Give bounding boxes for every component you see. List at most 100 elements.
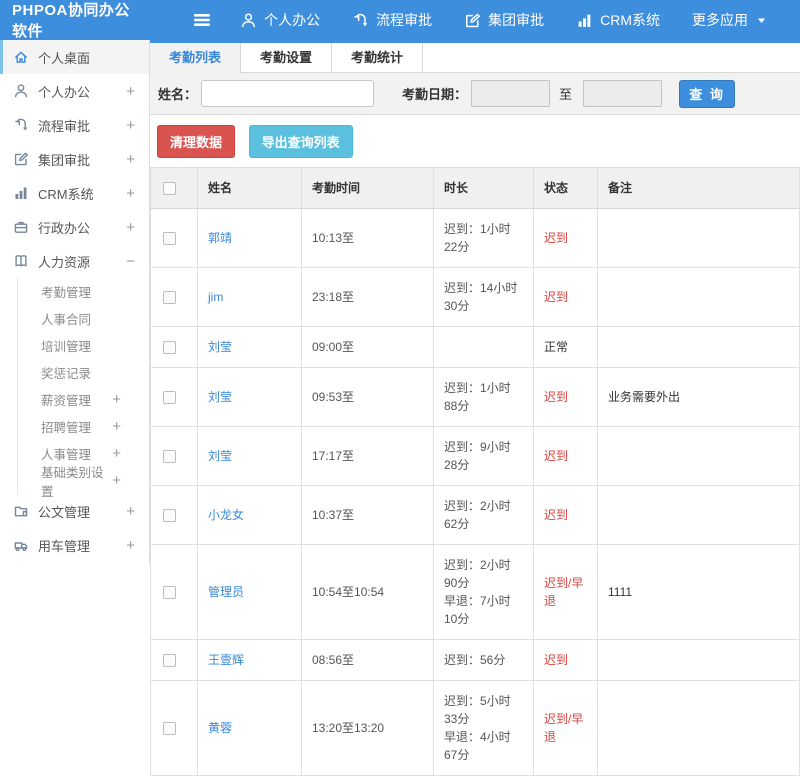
sidebar-item-14[interactable]: 基础类别设置 + <box>17 466 149 499</box>
expand-toggle-icon[interactable]: + <box>126 117 135 134</box>
row-checkbox-cell <box>150 267 198 327</box>
row-checkbox[interactable] <box>163 721 176 735</box>
topnav-label: 更多应用 <box>692 12 748 28</box>
topnav-item-0[interactable]: 个人办公 <box>240 10 320 30</box>
expand-toggle-icon[interactable]: − <box>126 253 135 270</box>
employee-link[interactable]: jim <box>208 290 223 304</box>
sidebar-item-10[interactable]: 奖惩记录 <box>17 359 149 386</box>
topnav-item-3[interactable]: CRM系统 <box>576 10 660 30</box>
sidebar-item-9[interactable]: 培训管理 <box>17 332 149 359</box>
car-icon <box>14 542 28 551</box>
row-checkbox[interactable] <box>163 290 176 304</box>
column-header-1: 考勤时间 <box>301 167 434 209</box>
row-checkbox-cell <box>150 326 198 368</box>
expand-toggle-icon[interactable]: + <box>112 418 121 435</box>
remark-cell <box>597 267 800 327</box>
attendance-table: 姓名 考勤时间 时长 状态 备注 郭靖 10:13至 迟到：1小时22分 迟到 jim 23:18… <box>150 167 800 776</box>
employee-link[interactable]: 王壹辉 <box>208 653 244 667</box>
expand-toggle-icon[interactable]: + <box>126 151 135 168</box>
tab-0[interactable]: 考勤列表 <box>150 43 242 74</box>
sidebar-item-5[interactable]: 行政办公 + <box>0 210 149 244</box>
user-icon <box>14 84 28 98</box>
tab-2[interactable]: 考勤统计 <box>332 43 424 72</box>
expand-toggle-icon[interactable]: + <box>112 391 121 408</box>
sidebar-item-label: 基础类别设置 <box>41 465 104 499</box>
row-checkbox[interactable] <box>163 653 176 667</box>
expand-toggle-icon[interactable]: + <box>126 83 135 100</box>
sidebar-item-7[interactable]: 考勤管理 <box>17 278 149 305</box>
employee-link[interactable]: 刘莹 <box>208 449 232 463</box>
status-cell: 迟到 <box>533 367 598 427</box>
sidebar-item-label: 培训管理 <box>41 340 92 354</box>
expand-toggle-icon[interactable]: + <box>126 537 135 554</box>
expand-toggle-icon[interactable]: + <box>112 472 121 489</box>
row-checkbox[interactable] <box>163 231 176 245</box>
row-checkbox[interactable] <box>163 585 176 599</box>
menu-icon[interactable] <box>192 12 212 28</box>
sidebar-item-1[interactable]: 个人办公 + <box>0 74 149 108</box>
sidebar-item-16[interactable]: 用车管理 + <box>0 528 149 562</box>
sidebar-item-label: 人事合同 <box>41 313 92 327</box>
sidebar-item-label: 人力资源 <box>38 254 91 270</box>
sidebar-item-2[interactable]: 流程审批 + <box>0 108 149 142</box>
doc-icon <box>14 506 28 517</box>
clean-data-button[interactable]: 清理数据 <box>157 125 236 158</box>
expand-toggle-icon[interactable]: + <box>112 445 121 462</box>
name-cell: 管理员 <box>197 544 302 640</box>
sidebar-item-label: CRM系统 <box>38 186 94 202</box>
status-badge: 迟到 <box>544 231 569 245</box>
sidebar-item-label: 奖惩记录 <box>41 367 92 381</box>
employee-link[interactable]: 刘莹 <box>208 340 232 354</box>
tab-1[interactable]: 考勤设置 <box>241 43 333 72</box>
duration-cell: 迟到：5小时33分 早退：4小时67分 <box>433 680 534 776</box>
expand-toggle-icon[interactable]: + <box>126 503 135 520</box>
row-checkbox[interactable] <box>163 508 176 522</box>
sidebar-item-0[interactable]: 个人桌面 <box>0 40 149 74</box>
expand-toggle-icon[interactable]: + <box>126 185 135 202</box>
status-cell: 迟到 <box>533 426 598 486</box>
name-cell: 黄蓉 <box>197 680 302 776</box>
table-row: 刘莹 17:17至 迟到：9小时28分 迟到 <box>150 426 800 486</box>
workflow-icon <box>15 118 28 131</box>
row-checkbox[interactable] <box>163 449 176 463</box>
caret-down-icon <box>757 17 766 23</box>
sidebar-item-label: 流程审批 <box>38 118 91 134</box>
employee-link[interactable]: 黄蓉 <box>208 721 232 735</box>
export-list-button[interactable]: 导出查询列表 <box>248 125 353 158</box>
name-input[interactable] <box>201 80 375 107</box>
sidebar-item-6[interactable]: 人力资源 − <box>0 244 149 278</box>
app-title: PHPOA协同办公软件 <box>12 2 130 40</box>
remark-cell <box>597 326 800 368</box>
sidebar-item-3[interactable]: 集团审批 + <box>0 142 149 176</box>
sidebar-item-4[interactable]: CRM系统 + <box>0 176 149 210</box>
topnav-item-2[interactable]: 集团审批 <box>464 10 544 30</box>
employee-link[interactable]: 郭靖 <box>208 231 232 245</box>
date-to-input[interactable] <box>583 80 663 107</box>
expand-toggle-icon[interactable]: + <box>126 219 135 236</box>
name-cell: 刘莹 <box>197 326 302 368</box>
employee-link[interactable]: 管理员 <box>208 585 244 599</box>
employee-link[interactable]: 小龙女 <box>208 508 244 522</box>
sidebar-item-8[interactable]: 人事合同 <box>17 305 149 332</box>
briefcase-icon <box>14 221 28 233</box>
search-button[interactable]: 查 询 <box>679 79 736 108</box>
sidebar-item-11[interactable]: 薪资管理 + <box>17 386 149 413</box>
employee-link[interactable]: 刘莹 <box>208 390 232 404</box>
topnav-item-4[interactable]: 更多应用 <box>692 10 768 30</box>
sidebar-item-label: 行政办公 <box>38 220 91 236</box>
row-checkbox[interactable] <box>163 340 176 354</box>
attendance-time-cell: 09:00至 <box>301 326 434 368</box>
home-icon <box>15 51 27 63</box>
date-from-input[interactable] <box>471 80 551 107</box>
name-cell: jim <box>197 267 302 327</box>
table-row: 刘莹 09:53至 迟到：1小时88分 迟到 业务需要外出 <box>150 367 800 427</box>
sidebar-item-12[interactable]: 招聘管理 + <box>17 413 149 440</box>
topnav-item-1[interactable]: 流程审批 <box>352 10 432 30</box>
select-all-checkbox[interactable] <box>163 181 176 195</box>
duration-cell: 迟到：2小时90分 早退：7小时10分 <box>433 544 534 640</box>
topnav-label: 流程审批 <box>376 12 433 28</box>
sidebar-item-label: 薪资管理 <box>41 394 92 408</box>
row-checkbox[interactable] <box>163 390 176 404</box>
status-badge: 迟到 <box>544 390 569 404</box>
name-cell: 郭靖 <box>197 208 302 268</box>
